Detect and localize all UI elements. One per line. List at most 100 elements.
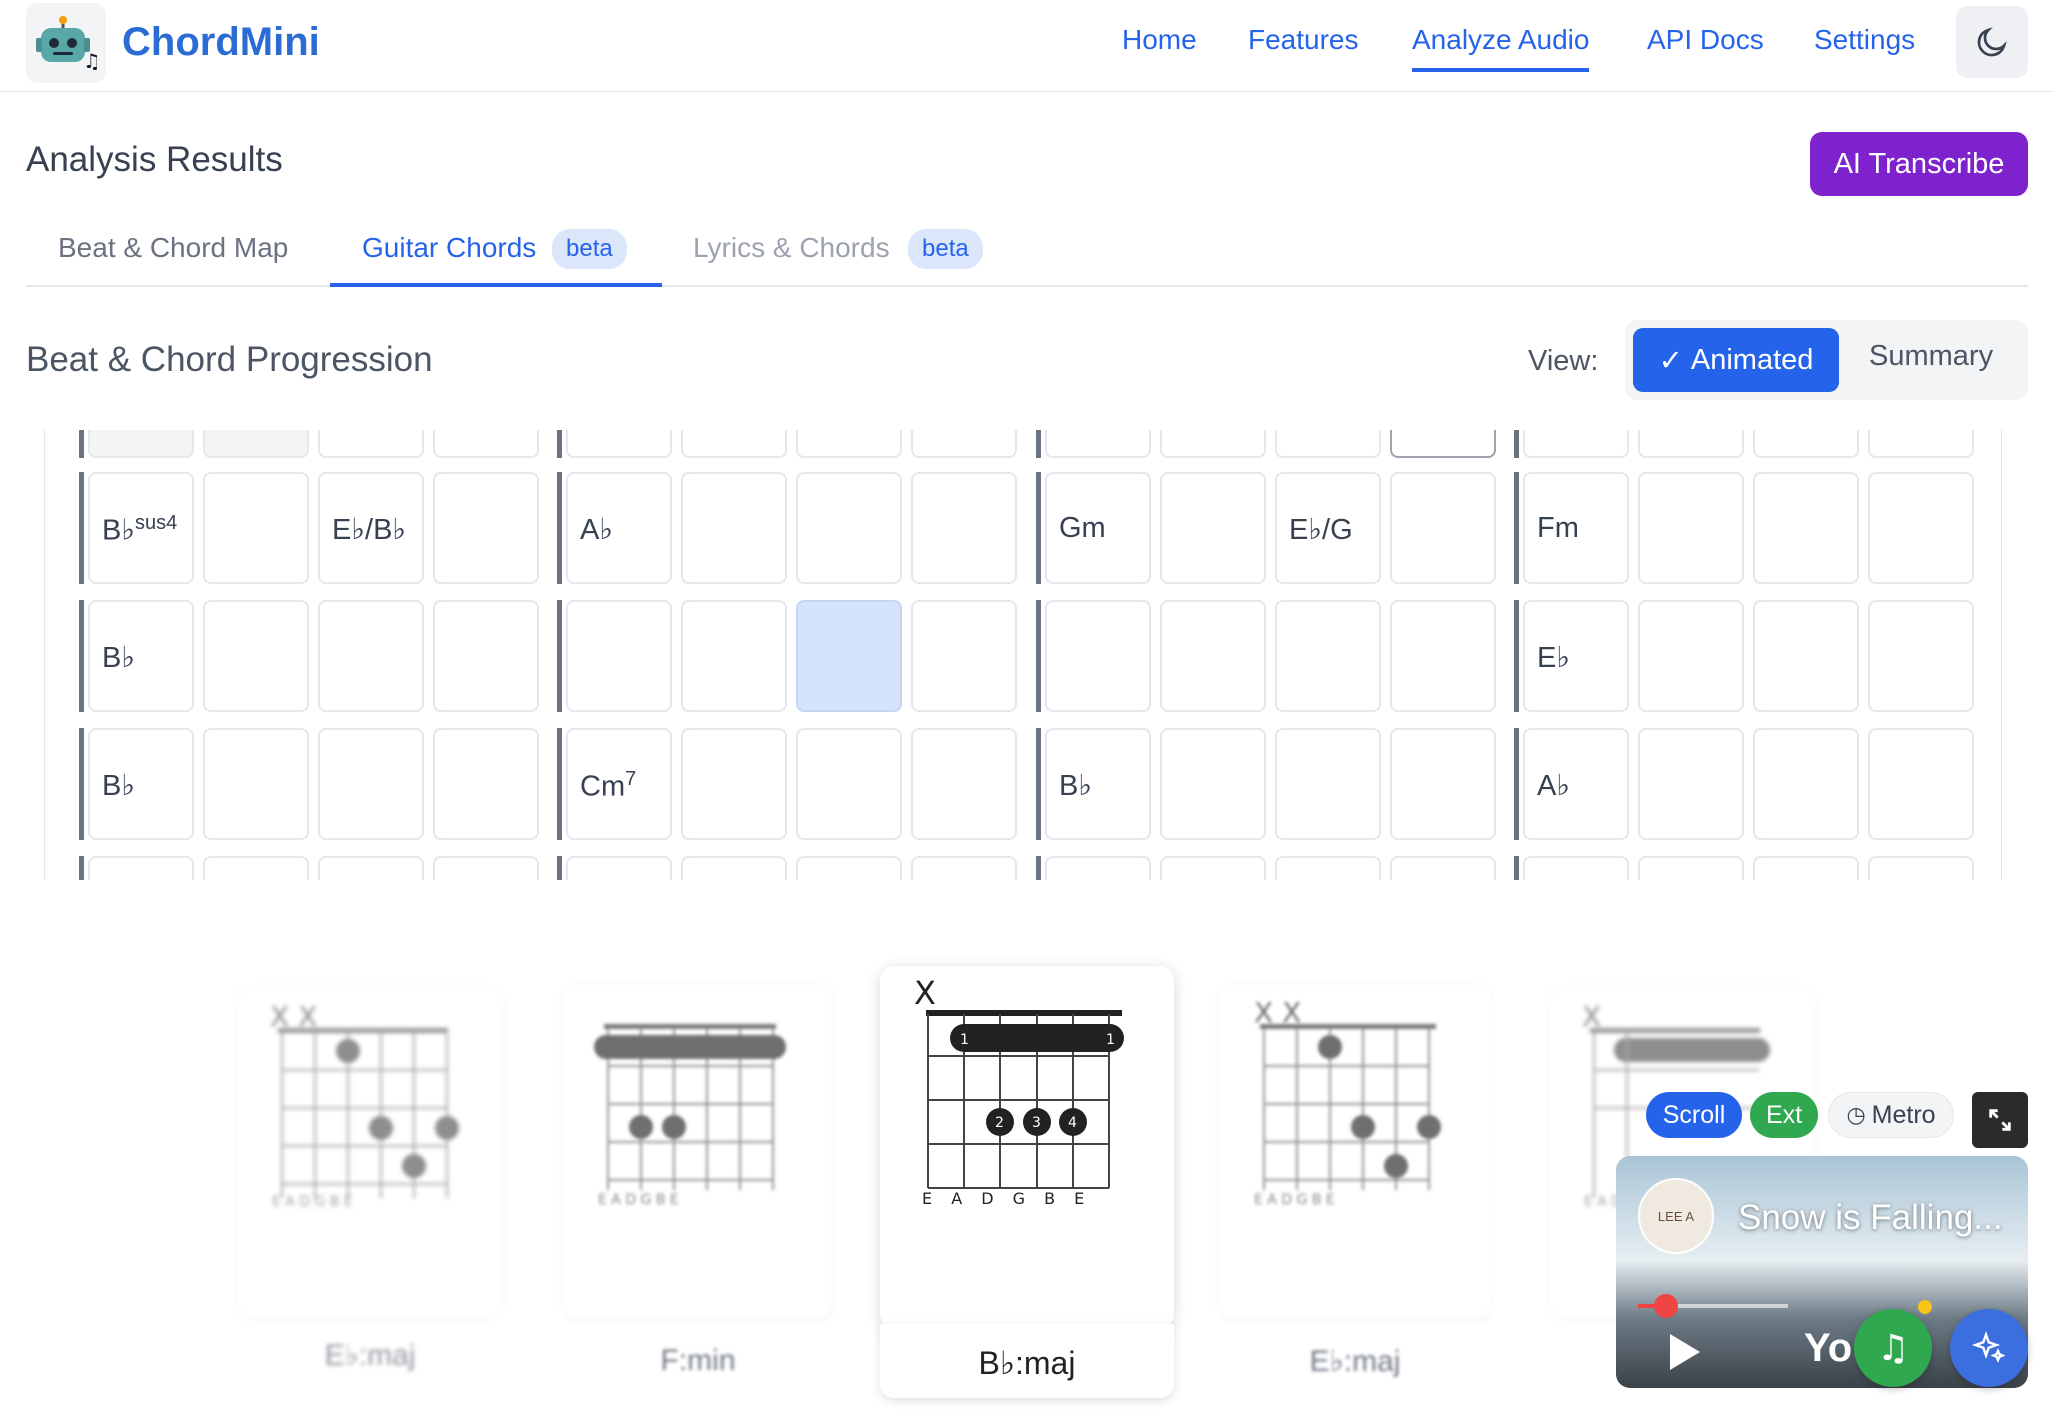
beat-cell[interactable] — [1753, 728, 1859, 840]
beat-cell[interactable] — [796, 472, 902, 584]
beat-cell[interactable] — [1160, 430, 1266, 458]
beat-cell[interactable] — [1160, 472, 1266, 584]
beat-cell[interactable] — [566, 856, 672, 880]
beat-cell[interactable] — [1045, 430, 1151, 458]
beat-cell[interactable]: Gm — [1045, 472, 1151, 584]
chord-diagram-card[interactable]: X X E A D G B E — [238, 988, 502, 1316]
beat-cell[interactable] — [1638, 472, 1744, 584]
beat-cell[interactable]: Cm7 — [566, 728, 672, 840]
beat-cell[interactable] — [433, 600, 539, 712]
brand-name[interactable]: ChordMini — [122, 20, 320, 65]
beat-cell[interactable] — [318, 856, 424, 880]
beat-cell[interactable] — [1275, 600, 1381, 712]
beat-cell[interactable] — [796, 728, 902, 840]
beat-cell[interactable] — [318, 600, 424, 712]
beat-cell[interactable] — [1045, 856, 1151, 880]
nav-features[interactable]: Features — [1248, 24, 1359, 56]
beat-cell[interactable] — [1390, 856, 1496, 880]
beat-cell[interactable] — [911, 728, 1017, 840]
expand-player-button[interactable] — [1972, 1092, 2028, 1148]
tab-guitar-chords[interactable]: Guitar Chords — [362, 232, 536, 264]
beat-cell[interactable] — [681, 472, 787, 584]
channel-avatar[interactable]: LEE A — [1638, 1178, 1714, 1254]
beat-cell[interactable] — [1753, 472, 1859, 584]
beat-cell[interactable] — [1390, 728, 1496, 840]
beat-cell[interactable] — [1160, 600, 1266, 712]
metronome-toggle[interactable]: ◷ Metro — [1828, 1092, 1954, 1138]
beat-cell[interactable] — [318, 430, 424, 458]
beat-cell[interactable] — [318, 728, 424, 840]
beat-cell[interactable]: A♭ — [566, 472, 672, 584]
beat-cell[interactable] — [911, 430, 1017, 458]
scroll-toggle[interactable]: Scroll — [1646, 1092, 1742, 1138]
beat-cell[interactable] — [1523, 856, 1629, 880]
beat-cell[interactable] — [88, 856, 194, 880]
nav-settings[interactable]: Settings — [1814, 24, 1915, 56]
video-title[interactable]: Snow is Falling... — [1738, 1198, 2003, 1238]
ai-sparkle-fab-button[interactable] — [1950, 1309, 2028, 1387]
beat-cell[interactable] — [1868, 430, 1974, 458]
beat-cell[interactable] — [203, 430, 309, 458]
current-beat-cell[interactable] — [796, 600, 902, 712]
beat-cell[interactable] — [203, 472, 309, 584]
nav-api-docs[interactable]: API Docs — [1647, 24, 1764, 56]
nav-analyze-audio[interactable]: Analyze Audio — [1412, 24, 1590, 72]
beat-cell[interactable] — [1160, 856, 1266, 880]
beat-cell[interactable] — [681, 430, 787, 458]
tab-lyrics-chords[interactable]: Lyrics & Chords — [693, 232, 890, 264]
play-icon[interactable] — [1666, 1332, 1702, 1372]
beat-cell[interactable] — [433, 728, 539, 840]
view-summary-button[interactable]: Summary — [1869, 340, 1993, 373]
beat-cell[interactable] — [433, 430, 539, 458]
chord-diagram-card-active[interactable]: X 1 1 2 3 4 E A D G B E — [880, 966, 1174, 1328]
progress-knob[interactable] — [1654, 1294, 1678, 1318]
beat-cell[interactable] — [911, 856, 1017, 880]
beat-cell[interactable] — [203, 600, 309, 712]
beat-cell[interactable] — [1868, 600, 1974, 712]
beat-cell[interactable] — [1753, 856, 1859, 880]
beat-cell[interactable] — [1390, 600, 1496, 712]
beat-cell[interactable] — [681, 856, 787, 880]
beat-cell[interactable] — [433, 472, 539, 584]
beat-cell[interactable] — [1275, 430, 1381, 458]
beat-cell[interactable] — [1868, 728, 1974, 840]
beat-cell[interactable] — [566, 600, 672, 712]
beat-cell[interactable] — [203, 856, 309, 880]
view-animated-button[interactable]: ✓ Animated — [1633, 328, 1839, 392]
beat-cell[interactable]: B♭ — [88, 728, 194, 840]
nav-home[interactable]: Home — [1122, 24, 1197, 56]
chord-diagram-card[interactable]: X X E A D G B E — [1220, 984, 1490, 1318]
beat-cell[interactable] — [1523, 430, 1629, 458]
beat-cell[interactable] — [1753, 600, 1859, 712]
beat-cell[interactable] — [433, 856, 539, 880]
beat-cell[interactable] — [1390, 430, 1496, 458]
beat-cell[interactable] — [88, 430, 194, 458]
music-fab-button[interactable]: ♫ — [1854, 1309, 1932, 1387]
ai-transcribe-button[interactable]: AI Transcribe — [1810, 132, 2028, 196]
beat-cell[interactable] — [911, 600, 1017, 712]
beat-cell[interactable] — [1275, 856, 1381, 880]
beat-cell[interactable]: E♭ — [1523, 600, 1629, 712]
chord-diagram-card[interactable]: E A D G B E — [564, 984, 832, 1318]
dark-mode-toggle[interactable] — [1956, 6, 2028, 78]
beat-cell[interactable] — [1638, 600, 1744, 712]
beat-cell[interactable] — [1753, 430, 1859, 458]
beat-cell[interactable] — [1275, 728, 1381, 840]
beat-cell[interactable] — [681, 600, 787, 712]
tab-beat-chord-map[interactable]: Beat & Chord Map — [58, 232, 288, 264]
beat-cell[interactable] — [1868, 472, 1974, 584]
beat-cell[interactable]: B♭ — [88, 600, 194, 712]
beat-cell[interactable] — [911, 472, 1017, 584]
beat-cell[interactable] — [681, 728, 787, 840]
beat-cell[interactable]: Fm — [1523, 472, 1629, 584]
beat-cell[interactable] — [1160, 728, 1266, 840]
beat-cell[interactable] — [1638, 430, 1744, 458]
robot-logo-icon[interactable]: ♫ — [26, 3, 106, 83]
beat-cell[interactable]: A♭ — [1523, 728, 1629, 840]
beat-cell[interactable] — [203, 728, 309, 840]
beat-cell[interactable] — [566, 430, 672, 458]
beat-cell[interactable] — [796, 856, 902, 880]
beat-cell[interactable] — [1390, 472, 1496, 584]
beat-cell[interactable]: E♭/G — [1275, 472, 1381, 584]
beat-cell[interactable]: B♭ — [1045, 728, 1151, 840]
